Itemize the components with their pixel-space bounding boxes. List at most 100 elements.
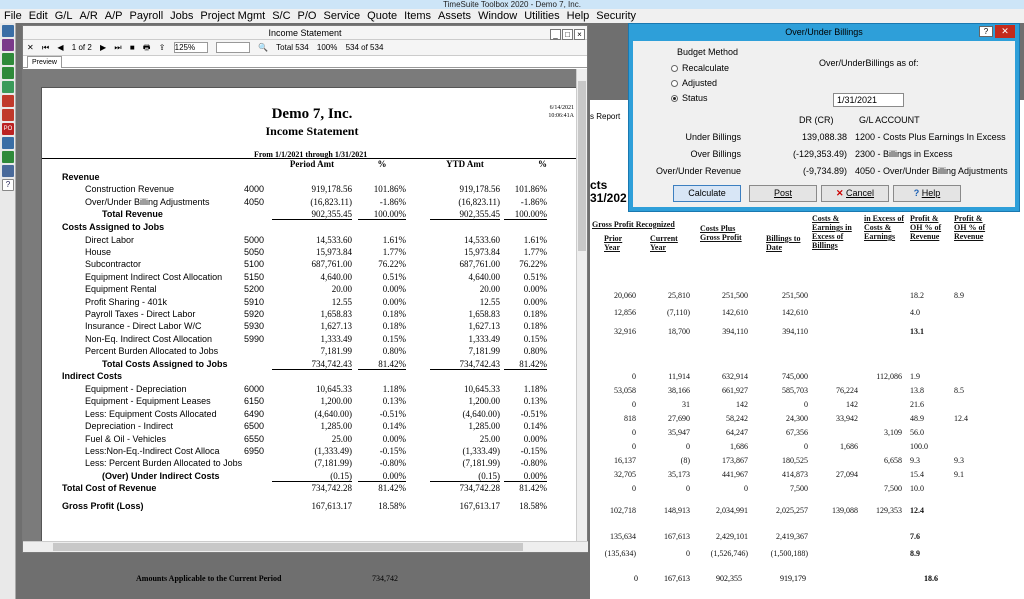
export-icon[interactable]: ⇪ (159, 43, 166, 52)
menu-item-security[interactable]: Security (596, 10, 636, 22)
cancel-button[interactable]: ✕ Cancel (821, 185, 889, 202)
calculate-button[interactable]: Calculate (673, 185, 741, 202)
row-ytd-amount: 1,658.83 (468, 309, 501, 319)
tab-preview[interactable]: Preview (27, 56, 62, 68)
dialog-help-icon[interactable]: ? (979, 26, 993, 37)
help-icon[interactable]: ? (2, 179, 14, 191)
bg-cell: 16,137 (614, 456, 636, 465)
bg-cell: (1,500,188) (770, 549, 808, 558)
vertical-scroll-thumb[interactable] (578, 81, 586, 251)
percent-label: 100% (316, 43, 338, 52)
menu-item-s-c[interactable]: S/C (272, 10, 290, 22)
horizontal-scrollbar[interactable] (23, 541, 588, 552)
bg-cell: 100.0 (910, 442, 928, 451)
bottom-v1: 734,742 (372, 574, 398, 583)
bottom-v5: 919,179 (780, 574, 806, 583)
window-controls: _ □ × (549, 27, 585, 41)
row-period-amount: 734,742.28 (311, 483, 353, 494)
bg-cell: 20,060 (614, 291, 636, 300)
first-page-icon[interactable]: ⏮ (42, 43, 49, 52)
app-title: TimeSuite Toolbox 2020 - Demo 7, Inc. (443, 0, 581, 9)
tools-icon[interactable] (2, 39, 14, 51)
zoom-select[interactable]: 125% (173, 42, 208, 54)
report-line-row: House 5050 15,973.84 1.77% 15,973.84 1.77% (42, 247, 577, 259)
row-ytd-percent: 81.42% (519, 483, 547, 494)
ar-icon[interactable] (2, 67, 14, 79)
close-preview-icon[interactable]: ✕ (27, 43, 34, 52)
menu-item-service[interactable]: Service (323, 10, 360, 22)
menu-item-help[interactable]: Help (567, 10, 590, 22)
row-ytd-percent: 1.77% (523, 247, 547, 257)
help-button[interactable]: ? Help (893, 185, 961, 202)
bg-cell: 21.6 (910, 400, 924, 409)
col-gl-account: G/L ACCOUNT (859, 115, 920, 125)
next-page-icon[interactable]: ▶ (100, 43, 106, 52)
service-icon[interactable] (2, 137, 14, 149)
row-account-code: 5920 (244, 309, 265, 319)
menu-item-items[interactable]: Items (404, 10, 431, 22)
radio-selected-icon[interactable] (671, 95, 678, 103)
payroll-icon[interactable] (2, 95, 14, 107)
report-line-row: Equipment - Depreciation 6000 10,645.33 1.1… (42, 384, 577, 396)
bg-cell: 25,810 (668, 291, 690, 300)
close-icon[interactable]: × (574, 29, 585, 40)
bg-cell: 53,058 (614, 386, 636, 395)
menu-item-assets[interactable]: Assets (438, 10, 471, 22)
row-period-percent: 1.61% (382, 234, 406, 245)
menu-item-quote[interactable]: Quote (367, 10, 397, 22)
dialog-body: Budget Method Recalculate Adjusted Statu… (633, 41, 1015, 207)
menu-item-file[interactable]: File (4, 10, 22, 22)
stop-icon[interactable]: ■ (130, 43, 135, 52)
as-of-date-field[interactable]: 1/31/2021 (833, 93, 904, 107)
menu-item-window[interactable]: Window (478, 10, 517, 22)
row-period-percent: 0.13% (382, 396, 406, 407)
dialog-close-icon[interactable]: ✕ (995, 25, 1015, 38)
radio-icon[interactable] (671, 65, 678, 73)
row-ytd-percent: 0.18% (523, 309, 547, 319)
radio-icon[interactable] (671, 80, 678, 88)
row-label: (Over) Under Indirect Costs (102, 470, 220, 481)
vertical-scrollbar[interactable] (576, 69, 587, 542)
gl-icon[interactable] (2, 25, 14, 37)
menu-item-edit[interactable]: Edit (29, 10, 48, 22)
print-icon[interactable]: 🖶 (143, 43, 151, 52)
ledger-icon[interactable] (2, 53, 14, 65)
items-icon[interactable] (2, 151, 14, 163)
assets-icon[interactable] (2, 165, 14, 177)
menu-item-a-r[interactable]: A/R (79, 10, 97, 22)
header-period-pct: % (377, 159, 387, 169)
ap-icon[interactable] (2, 81, 14, 93)
menu-item-p-o[interactable]: P/O (298, 10, 317, 22)
menu-item-project-mgmt[interactable]: Project Mgmt (200, 10, 265, 22)
search-icon[interactable]: 🔍 (258, 43, 268, 52)
row-ytd-amount: 687,761.00 (459, 259, 501, 270)
last-page-icon[interactable]: ⏭ (114, 43, 121, 52)
bg-cell: 394,110 (782, 327, 808, 336)
report-line-row: Equipment Indirect Cost Allocation 5150 4,… (42, 272, 577, 284)
bg-cell: 142,610 (782, 308, 808, 317)
option-recalculate[interactable]: Recalculate (671, 63, 729, 73)
menu-item-a-p[interactable]: A/P (105, 10, 123, 22)
bottom-v3: 167,613 (664, 574, 690, 583)
bg-cell: 48.9 (910, 414, 924, 423)
maximize-icon[interactable]: □ (562, 29, 573, 40)
row-label: Costs Assigned to Jobs (62, 221, 165, 232)
horizontal-scroll-thumb[interactable] (53, 543, 523, 551)
row-period-percent: 0.00% (382, 296, 406, 307)
row-period-amount: 4,640.00 (320, 271, 353, 282)
menu-item-jobs[interactable]: Jobs (170, 10, 193, 22)
minimize-icon[interactable]: _ (550, 29, 561, 40)
po-icon[interactable]: PO (2, 123, 14, 135)
jobs-icon[interactable] (2, 109, 14, 121)
search-input[interactable] (215, 42, 250, 54)
option-adjusted[interactable]: Adjusted (671, 78, 717, 88)
prev-page-icon[interactable]: ◀ (57, 43, 63, 52)
menu-item-utilities[interactable]: Utilities (524, 10, 559, 22)
menu-item-payroll[interactable]: Payroll (130, 10, 164, 22)
report-page: Demo 7, Inc. Income Statement 6/14/2021 1… (41, 87, 577, 542)
post-button[interactable]: Post (749, 185, 817, 202)
option-status[interactable]: Status (671, 93, 708, 103)
menu-item-g-l[interactable]: G/L (55, 10, 73, 22)
row-period-amount: 1,658.83 (320, 309, 353, 319)
row-period-amount: 12.55 (331, 296, 352, 307)
